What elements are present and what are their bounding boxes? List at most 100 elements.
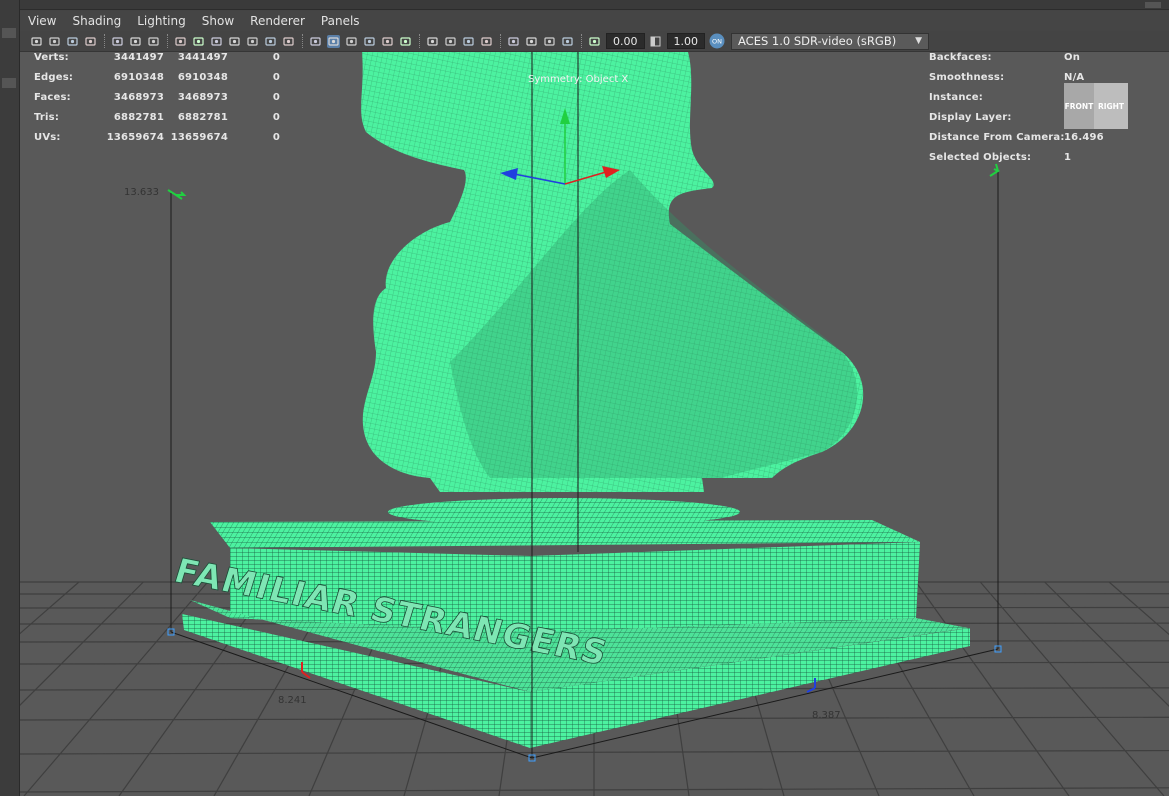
strip-collapse-icon[interactable] — [2, 28, 16, 38]
menu-view[interactable]: View — [28, 14, 56, 28]
hud-detail-label: Smoothness: — [929, 72, 1005, 83]
hud-stat-label: Faces: — [34, 92, 71, 103]
camera-attr-icon[interactable] — [48, 35, 61, 48]
hud-detail-label: Instance: — [929, 92, 983, 103]
menu-show[interactable]: Show — [202, 14, 234, 28]
xray-icon[interactable] — [525, 35, 538, 48]
chevron-down-icon: ▼ — [915, 36, 922, 46]
hud-detail-label: Display Layer: — [929, 112, 1012, 123]
hud-detail-label: Selected Objects: — [929, 152, 1032, 163]
hud-stat-label: UVs: — [34, 132, 61, 143]
xray-components-icon[interactable] — [561, 35, 574, 48]
multisample-aa-icon[interactable] — [462, 35, 475, 48]
film-gate-icon[interactable] — [192, 35, 205, 48]
hud-stat-value-object: 3468973 — [113, 92, 164, 103]
panel-top-edge — [20, 0, 1169, 10]
safe-action-icon[interactable] — [264, 35, 277, 48]
locator-top-right-icon — [989, 163, 1001, 177]
menu-shading[interactable]: Shading — [72, 14, 121, 28]
grease-pencil-icon[interactable] — [147, 35, 160, 48]
gamma-field[interactable]: 1.00 — [666, 33, 705, 49]
color-space-dropdown[interactable]: ACES 1.0 SDR-video (sRGB) ▼ — [731, 32, 929, 50]
symmetry-label: Symmetry: Object X — [528, 74, 629, 85]
panel-grip-icon[interactable] — [1145, 2, 1161, 8]
toolbar-icon-group — [30, 34, 606, 48]
perspective-viewport[interactable]: FAMILIAR STRANGERS Verts: 3441497 344149… — [20, 52, 1169, 796]
panel-toolbar: 0.00 1.00 ON ACES 1.0 SDR-video (sRGB) ▼ — [20, 31, 1169, 52]
grid-line — [20, 581, 144, 706]
left-tool-strip — [0, 0, 20, 796]
measure-left-label: 8.241 — [278, 695, 307, 706]
hud-stat-value-component: 0 — [272, 132, 280, 143]
hud-stat-value-selected: 6882781 — [177, 112, 228, 123]
hud-stat-value-selected: 3468973 — [177, 92, 228, 103]
measure-height-label: 13.633 — [124, 187, 159, 198]
bookmark-camera-icon[interactable] — [66, 35, 79, 48]
wireframe-icon[interactable] — [309, 35, 322, 48]
hud-stat-row: Faces: 3468973 3468973 0 — [34, 92, 294, 104]
measure-right-label: 8.387 — [812, 710, 841, 721]
hud-stat-value-component: 0 — [272, 72, 280, 83]
image-plane-icon[interactable] — [111, 35, 124, 48]
hud-stat-value-selected: 6910348 — [177, 72, 228, 83]
grid-icon[interactable] — [174, 35, 187, 48]
toolbar-separator — [302, 34, 304, 48]
menu-lighting[interactable]: Lighting — [137, 14, 186, 28]
field-chart-icon[interactable] — [246, 35, 259, 48]
hud-stat-row: Edges: 6910348 6910348 0 — [34, 72, 294, 84]
locator-top-left-icon — [167, 189, 187, 200]
camera-icon[interactable] — [30, 35, 43, 48]
bookmark-icon[interactable] — [84, 35, 97, 48]
screen-space-ao-icon[interactable] — [426, 35, 439, 48]
toolbar-separator — [167, 34, 169, 48]
hud-detail-value: 1 — [1064, 152, 1072, 163]
default-material-icon[interactable] — [345, 35, 358, 48]
menu-renderer[interactable]: Renderer — [250, 14, 305, 28]
base-top-face — [210, 520, 920, 548]
hud-stat-value-object: 6910348 — [113, 72, 164, 83]
gamma-icon[interactable] — [649, 35, 662, 48]
hud-stat-value-component: 0 — [272, 52, 280, 63]
gate-mask-icon[interactable] — [228, 35, 241, 48]
hud-detail-row: Selected Objects: 1 — [929, 152, 1129, 164]
exposure-field[interactable]: 0.00 — [606, 33, 645, 49]
smooth-shade-icon[interactable] — [327, 34, 340, 48]
strip-handle-icon[interactable] — [2, 78, 16, 88]
view-cube[interactable]: FRONT RIGHT — [1064, 83, 1128, 133]
base-side-upper — [530, 542, 920, 632]
color-management-label: ON — [712, 38, 722, 46]
hud-detail-label: Backfaces: — [929, 52, 992, 63]
use-lights-icon[interactable] — [381, 35, 394, 48]
resolution-gate-icon[interactable] — [210, 35, 223, 48]
hud-stat-value-component: 0 — [272, 92, 280, 103]
menu-panels[interactable]: Panels — [321, 14, 360, 28]
two-d-pan-icon[interactable] — [129, 35, 142, 48]
hud-detail-label: Distance From Camera: — [929, 132, 1065, 143]
textured-icon[interactable] — [363, 35, 376, 48]
toolbar-separator — [500, 34, 502, 48]
hud-detail-value: 16.496 — [1064, 132, 1104, 143]
toolbar-separator — [581, 34, 583, 48]
safe-title-icon[interactable] — [282, 35, 295, 48]
hud-detail-row: Backfaces: On — [929, 52, 1129, 64]
shadows-icon[interactable] — [399, 35, 412, 48]
xray-joints-icon[interactable] — [543, 35, 556, 48]
viewcube-right-face[interactable]: RIGHT — [1094, 83, 1128, 129]
hud-detail-value: N/A — [1064, 72, 1085, 83]
grid-line — [1044, 581, 1169, 707]
hud-stat-row: Tris: 6882781 6882781 0 — [34, 112, 294, 124]
hud-stat-value-object: 13659674 — [106, 132, 164, 143]
hud-detail-row: Distance From Camera: 16.496 — [929, 132, 1129, 144]
exposure-icon[interactable] — [588, 35, 601, 48]
hud-stat-value-object: 6882781 — [113, 112, 164, 123]
color-management-toggle[interactable]: ON — [709, 33, 725, 49]
hud-stat-label: Edges: — [34, 72, 74, 83]
hud-stat-row: Verts: 3441497 3441497 0 — [34, 52, 294, 64]
toolbar-separator — [419, 34, 421, 48]
motion-blur-icon[interactable] — [444, 35, 457, 48]
viewcube-front-face[interactable]: FRONT — [1064, 83, 1094, 129]
grid-line — [20, 581, 80, 635]
depth-of-field-icon[interactable] — [480, 35, 493, 48]
isolate-select-icon[interactable] — [507, 35, 520, 48]
panel-menubar: View Shading Lighting Show Renderer Pane… — [20, 11, 1169, 31]
